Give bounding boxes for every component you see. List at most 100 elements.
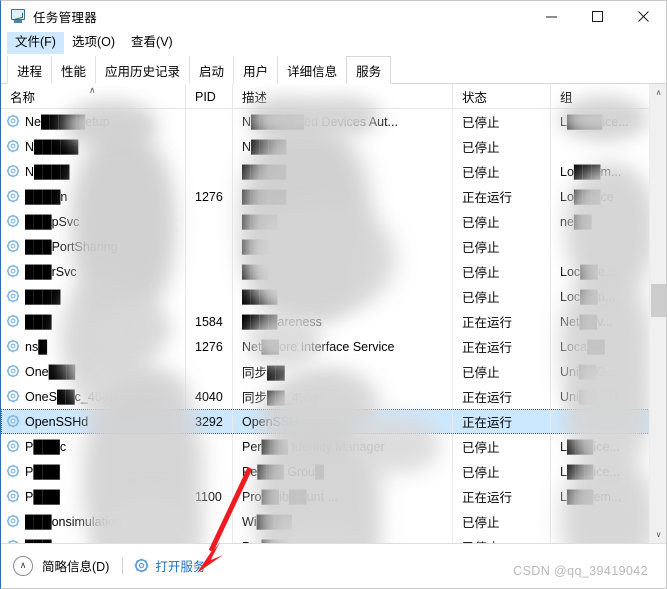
- cell-name: ███: [1, 309, 186, 334]
- menu-item-0[interactable]: 文件(F): [7, 32, 64, 54]
- cell-status: 已停止: [453, 209, 551, 234]
- sort-ascending-icon: ∧: [89, 85, 96, 95]
- service-gear-icon: [6, 114, 21, 129]
- table-row[interactable]: ████n 1276 █████ 正在运行 Lo███ce: [1, 184, 666, 209]
- close-icon[interactable]: [620, 1, 666, 31]
- scrollbar-thumb[interactable]: [651, 284, 666, 317]
- service-gear-icon: [6, 214, 21, 229]
- table-row[interactable]: ███ 1584 ████areness 正在运行 Net██v...: [1, 309, 666, 334]
- menu-item-2[interactable]: 查看(V): [123, 32, 181, 54]
- cell-pid: [186, 109, 233, 134]
- cell-description: 同步██_4586c: [233, 384, 453, 409]
- cell-pid: 1276: [186, 184, 233, 209]
- column-header-name[interactable]: 名称 ∧: [1, 84, 186, 109]
- table-row[interactable]: OneS██c_4586c 4040 同步██_4586c 正在运行 Uni██vcG.…: [1, 384, 666, 409]
- cell-status: 已停止: [453, 134, 551, 159]
- service-gear-icon: [6, 239, 21, 254]
- scroll-up-button[interactable]: ∧: [650, 84, 667, 101]
- cell-name: ███pSvc: [1, 209, 186, 234]
- cell-pid: [186, 284, 233, 309]
- cell-pid: 1276: [186, 334, 233, 359]
- cell-name: Ne█████etup: [1, 109, 186, 134]
- cell-name: ███: [1, 534, 186, 543]
- cell-pid: [186, 259, 233, 284]
- table-row[interactable]: One███ 同步██ 已停止 Uni██G...: [1, 359, 666, 384]
- column-header-group[interactable]: 组: [551, 84, 638, 109]
- cell-status: 已停止: [453, 434, 551, 459]
- cell-name-label: One███: [25, 364, 76, 379]
- cell-name-label: ███: [25, 314, 52, 329]
- cell-status: 正在运行: [453, 334, 551, 359]
- cell-description: Pe███ Grou█: [233, 459, 453, 484]
- table-row[interactable]: ███pSvc ████ 已停止 ne██: [1, 209, 666, 234]
- tab-5[interactable]: 详细信息: [277, 56, 347, 84]
- collapse-details-icon[interactable]: ∧: [13, 555, 33, 576]
- cell-status: 正在运行: [453, 184, 551, 209]
- cell-name-label: Ne█████etup: [25, 114, 110, 129]
- minimize-icon[interactable]: [528, 1, 574, 31]
- tab-0[interactable]: 进程: [7, 56, 52, 84]
- cell-name-label: ████: [25, 289, 61, 304]
- cell-group: [551, 134, 638, 159]
- table-row[interactable]: Ne█████etup N██████ed Devices Aut... 已停止 L█…: [1, 109, 666, 134]
- cell-name: ████n: [1, 184, 186, 209]
- table-row[interactable]: P███ Pe███ Grou█ 已停止 L███ice...: [1, 459, 666, 484]
- cell-pid: [186, 159, 233, 184]
- cell-description: ███Container: [233, 259, 453, 284]
- cell-description: ████: [233, 209, 453, 234]
- column-header-status[interactable]: 状态: [453, 84, 551, 109]
- brief-info-button[interactable]: 简略信息(D): [42, 556, 109, 575]
- cell-description: Net██ore Interface Service: [233, 334, 453, 359]
- service-gear-icon: [6, 314, 21, 329]
- menu-item-1[interactable]: 选项(O): [64, 32, 123, 54]
- cell-name: ███rSvc: [1, 259, 186, 284]
- cell-name: N████: [1, 159, 186, 184]
- cell-status: 已停止: [453, 459, 551, 484]
- tab-3[interactable]: 启动: [189, 56, 234, 84]
- cell-description: ████: [233, 284, 453, 309]
- column-header-description[interactable]: 描述: [233, 84, 453, 109]
- table-row[interactable]: ███rSvc ███Container 已停止 Loc██e...: [1, 259, 666, 284]
- table-row[interactable]: OpenSSHd 3292 OpenSSH Server 正在运行: [1, 409, 666, 434]
- cell-name-label: N████: [25, 164, 70, 179]
- table-row[interactable]: P███c Per███ Identity Manager 已停止 L███ice..…: [1, 434, 666, 459]
- column-header-pid[interactable]: PID: [186, 84, 233, 109]
- tab-1[interactable]: 性能: [51, 56, 96, 84]
- tab-4[interactable]: 用户: [233, 56, 278, 84]
- cell-group: Uni██vcG...: [560, 389, 630, 404]
- open-services-link[interactable]: 打开服务: [155, 556, 205, 575]
- table-row[interactable]: ns█ 1276 Net██ore Interface Service 正在运行 Loc…: [1, 334, 666, 359]
- cell-name-label: ███pSvc: [25, 214, 80, 229]
- cell-pid: 4040: [186, 384, 233, 409]
- cell-name: One███: [1, 359, 186, 384]
- cell-pid: 1584: [186, 309, 233, 334]
- table-row[interactable]: N████ █████ 已停止 Lo███m...: [1, 159, 666, 184]
- service-gear-icon: [6, 339, 21, 354]
- cell-description: N████: [233, 134, 453, 159]
- window-title: 任务管理器: [33, 10, 98, 25]
- vertical-scrollbar[interactable]: ∧ ∨: [649, 84, 666, 543]
- tab-2[interactable]: 应用历史记录: [95, 56, 190, 84]
- cell-name-label: ns█: [25, 339, 48, 354]
- services-rows: Ne█████etup N██████ed Devices Aut... 已停止 L█…: [1, 109, 666, 543]
- table-row[interactable]: ███onsimulation Wi████ 已停止: [1, 509, 666, 534]
- cell-description: ████areness: [233, 309, 453, 334]
- cell-name-label: P███: [25, 464, 60, 479]
- title-bar: 任务管理器: [1, 1, 666, 31]
- table-row[interactable]: N█████ N████ 已停止: [1, 134, 666, 159]
- cell-name-label: P███: [25, 489, 60, 504]
- watermark: CSDN @qq_39419042: [513, 564, 648, 578]
- cell-group: Loca██: [560, 339, 605, 354]
- cell-pid: [186, 459, 233, 484]
- cell-group: Uni██G...: [560, 364, 617, 379]
- scroll-down-button[interactable]: ∨: [650, 526, 667, 543]
- cell-name: P███c: [1, 434, 186, 459]
- table-row[interactable]: ████ ████ 已停止 Loc██n...: [1, 284, 666, 309]
- table-row[interactable]: ███PortSharing ███ Service 已停止: [1, 234, 666, 259]
- table-row[interactable]: P███ 1100 Pro██ib██unt ... 正在运行 L███em...: [1, 484, 666, 509]
- table-row[interactable]: ███ Per███LL Host已停止: [1, 534, 666, 543]
- tab-6[interactable]: 服务: [346, 56, 392, 84]
- maximize-icon[interactable]: [574, 1, 620, 31]
- cell-pid: [186, 359, 233, 384]
- cell-group: ne██: [560, 214, 592, 229]
